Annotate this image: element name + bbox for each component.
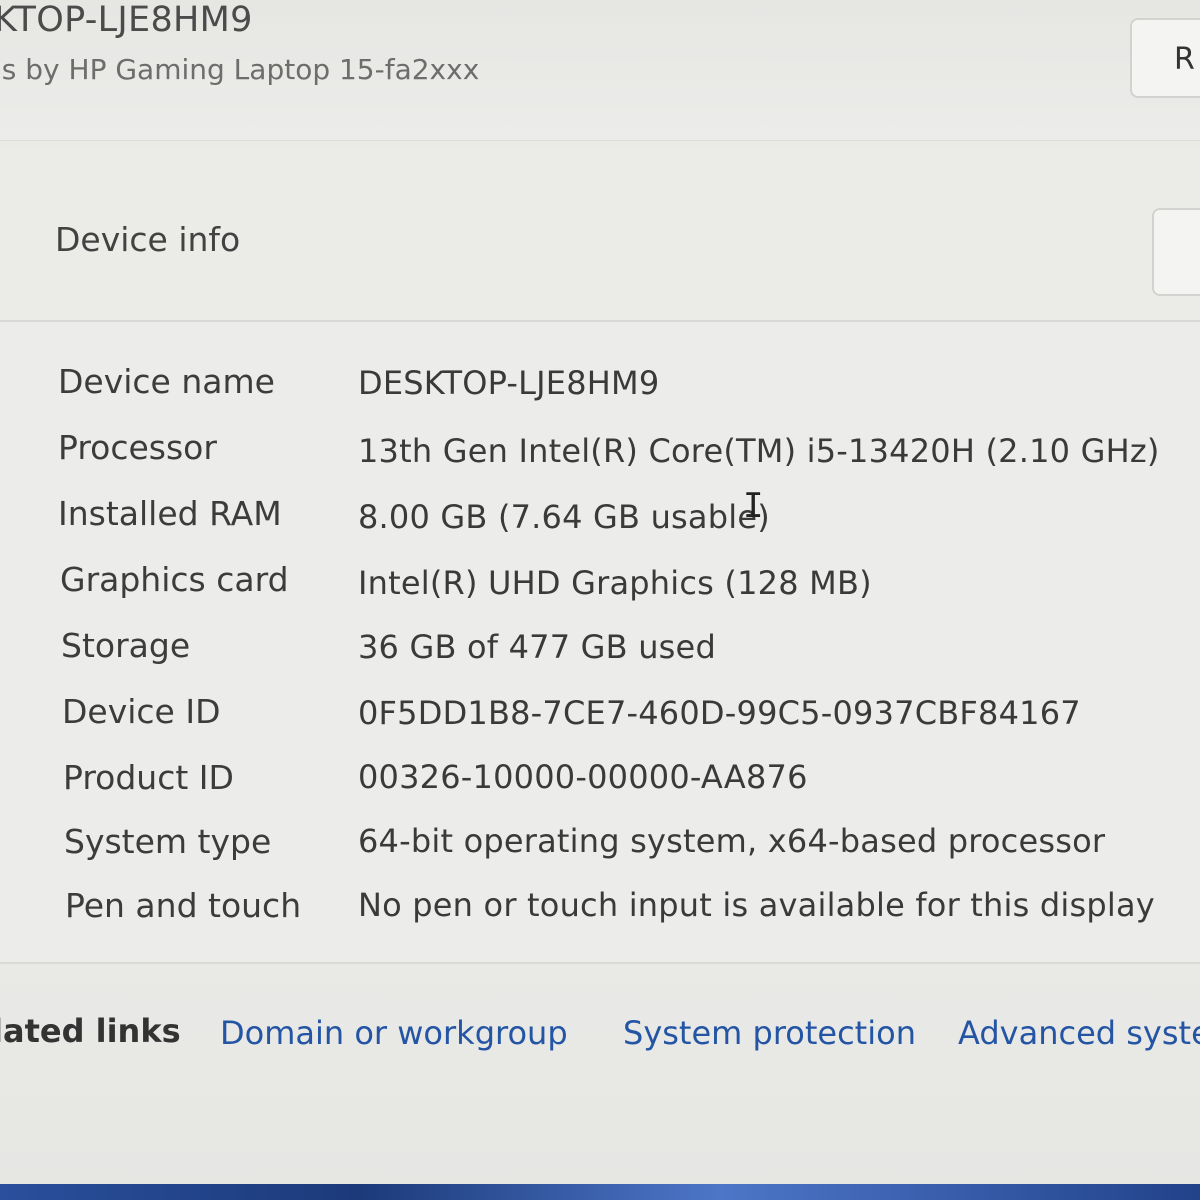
section-title: Device info bbox=[55, 220, 241, 259]
rename-button[interactable]: R bbox=[1130, 18, 1200, 98]
advanced-system-settings-link[interactable]: Advanced syste bbox=[958, 1014, 1200, 1052]
related-links-label: lated links bbox=[0, 1012, 181, 1050]
spec-label: Product ID bbox=[63, 758, 234, 797]
taskbar-edge bbox=[0, 1184, 1200, 1200]
related-links: lated links Domain or workgroup System p… bbox=[0, 985, 1200, 1095]
system-protection-link[interactable]: System protection bbox=[623, 1014, 916, 1052]
spec-label: Device ID bbox=[62, 692, 221, 731]
copy-button[interactable] bbox=[1152, 208, 1200, 296]
spec-label: Processor bbox=[58, 428, 217, 467]
spec-value[interactable]: 36 GB of 477 GB used bbox=[358, 628, 716, 666]
settings-about-page: KTOP-LJE8HM9 is by HP Gaming Laptop 15-f… bbox=[0, 0, 1200, 1200]
text-cursor-icon: I bbox=[743, 486, 764, 526]
spec-value[interactable]: Intel(R) UHD Graphics (128 MB) bbox=[358, 564, 872, 602]
spec-row-system-type: System type 64-bit operating system, x64… bbox=[0, 822, 1200, 882]
spec-value[interactable]: 0F5DD1B8-7CE7-460D-99C5-0937CBF84167 bbox=[358, 694, 1081, 732]
device-header: KTOP-LJE8HM9 is by HP Gaming Laptop 15-f… bbox=[0, 0, 1200, 141]
spec-label: Graphics card bbox=[60, 560, 289, 599]
spec-row-installed-ram: Installed RAM 8.00 GB (7.64 GB usable) bbox=[0, 494, 1200, 554]
spec-row-processor: Processor 13th Gen Intel(R) Core(TM) i5-… bbox=[0, 428, 1200, 488]
spec-row-product-id: Product ID 00326-10000-00000-AA876 bbox=[0, 758, 1200, 818]
device-info-header[interactable]: Device info bbox=[0, 160, 1200, 322]
spec-value[interactable]: 13th Gen Intel(R) Core(TM) i5-13420H (2.… bbox=[358, 432, 1160, 470]
spec-value[interactable]: 00326-10000-00000-AA876 bbox=[358, 758, 808, 796]
spec-row-device-name: Device name DESKTOP-LJE8HM9 bbox=[0, 362, 1200, 422]
spec-row-graphics-card: Graphics card Intel(R) UHD Graphics (128… bbox=[0, 560, 1200, 620]
spec-label: System type bbox=[64, 822, 272, 861]
domain-or-workgroup-link[interactable]: Domain or workgroup bbox=[220, 1014, 568, 1052]
spec-value[interactable]: DESKTOP-LJE8HM9 bbox=[358, 364, 659, 402]
spec-row-device-id: Device ID 0F5DD1B8-7CE7-460D-99C5-0937CB… bbox=[0, 692, 1200, 752]
spec-value[interactable]: 64-bit operating system, x64-based proce… bbox=[358, 822, 1105, 860]
spec-label: Storage bbox=[61, 626, 191, 665]
device-specs: Device name DESKTOP-LJE8HM9 Processor 13… bbox=[0, 322, 1200, 964]
spec-label: Installed RAM bbox=[58, 494, 282, 533]
spec-row-storage: Storage 36 GB of 477 GB used bbox=[0, 626, 1200, 686]
spec-label: Pen and touch bbox=[65, 886, 302, 925]
spec-value[interactable]: 8.00 GB (7.64 GB usable) bbox=[358, 498, 770, 536]
spec-label: Device name bbox=[58, 362, 275, 401]
device-subtitle: is by HP Gaming Laptop 15-fa2xxx bbox=[0, 53, 480, 86]
spec-row-pen-and-touch: Pen and touch No pen or touch input is a… bbox=[0, 886, 1200, 946]
device-title: KTOP-LJE8HM9 bbox=[0, 0, 253, 40]
spec-value[interactable]: No pen or touch input is available for t… bbox=[358, 886, 1155, 924]
